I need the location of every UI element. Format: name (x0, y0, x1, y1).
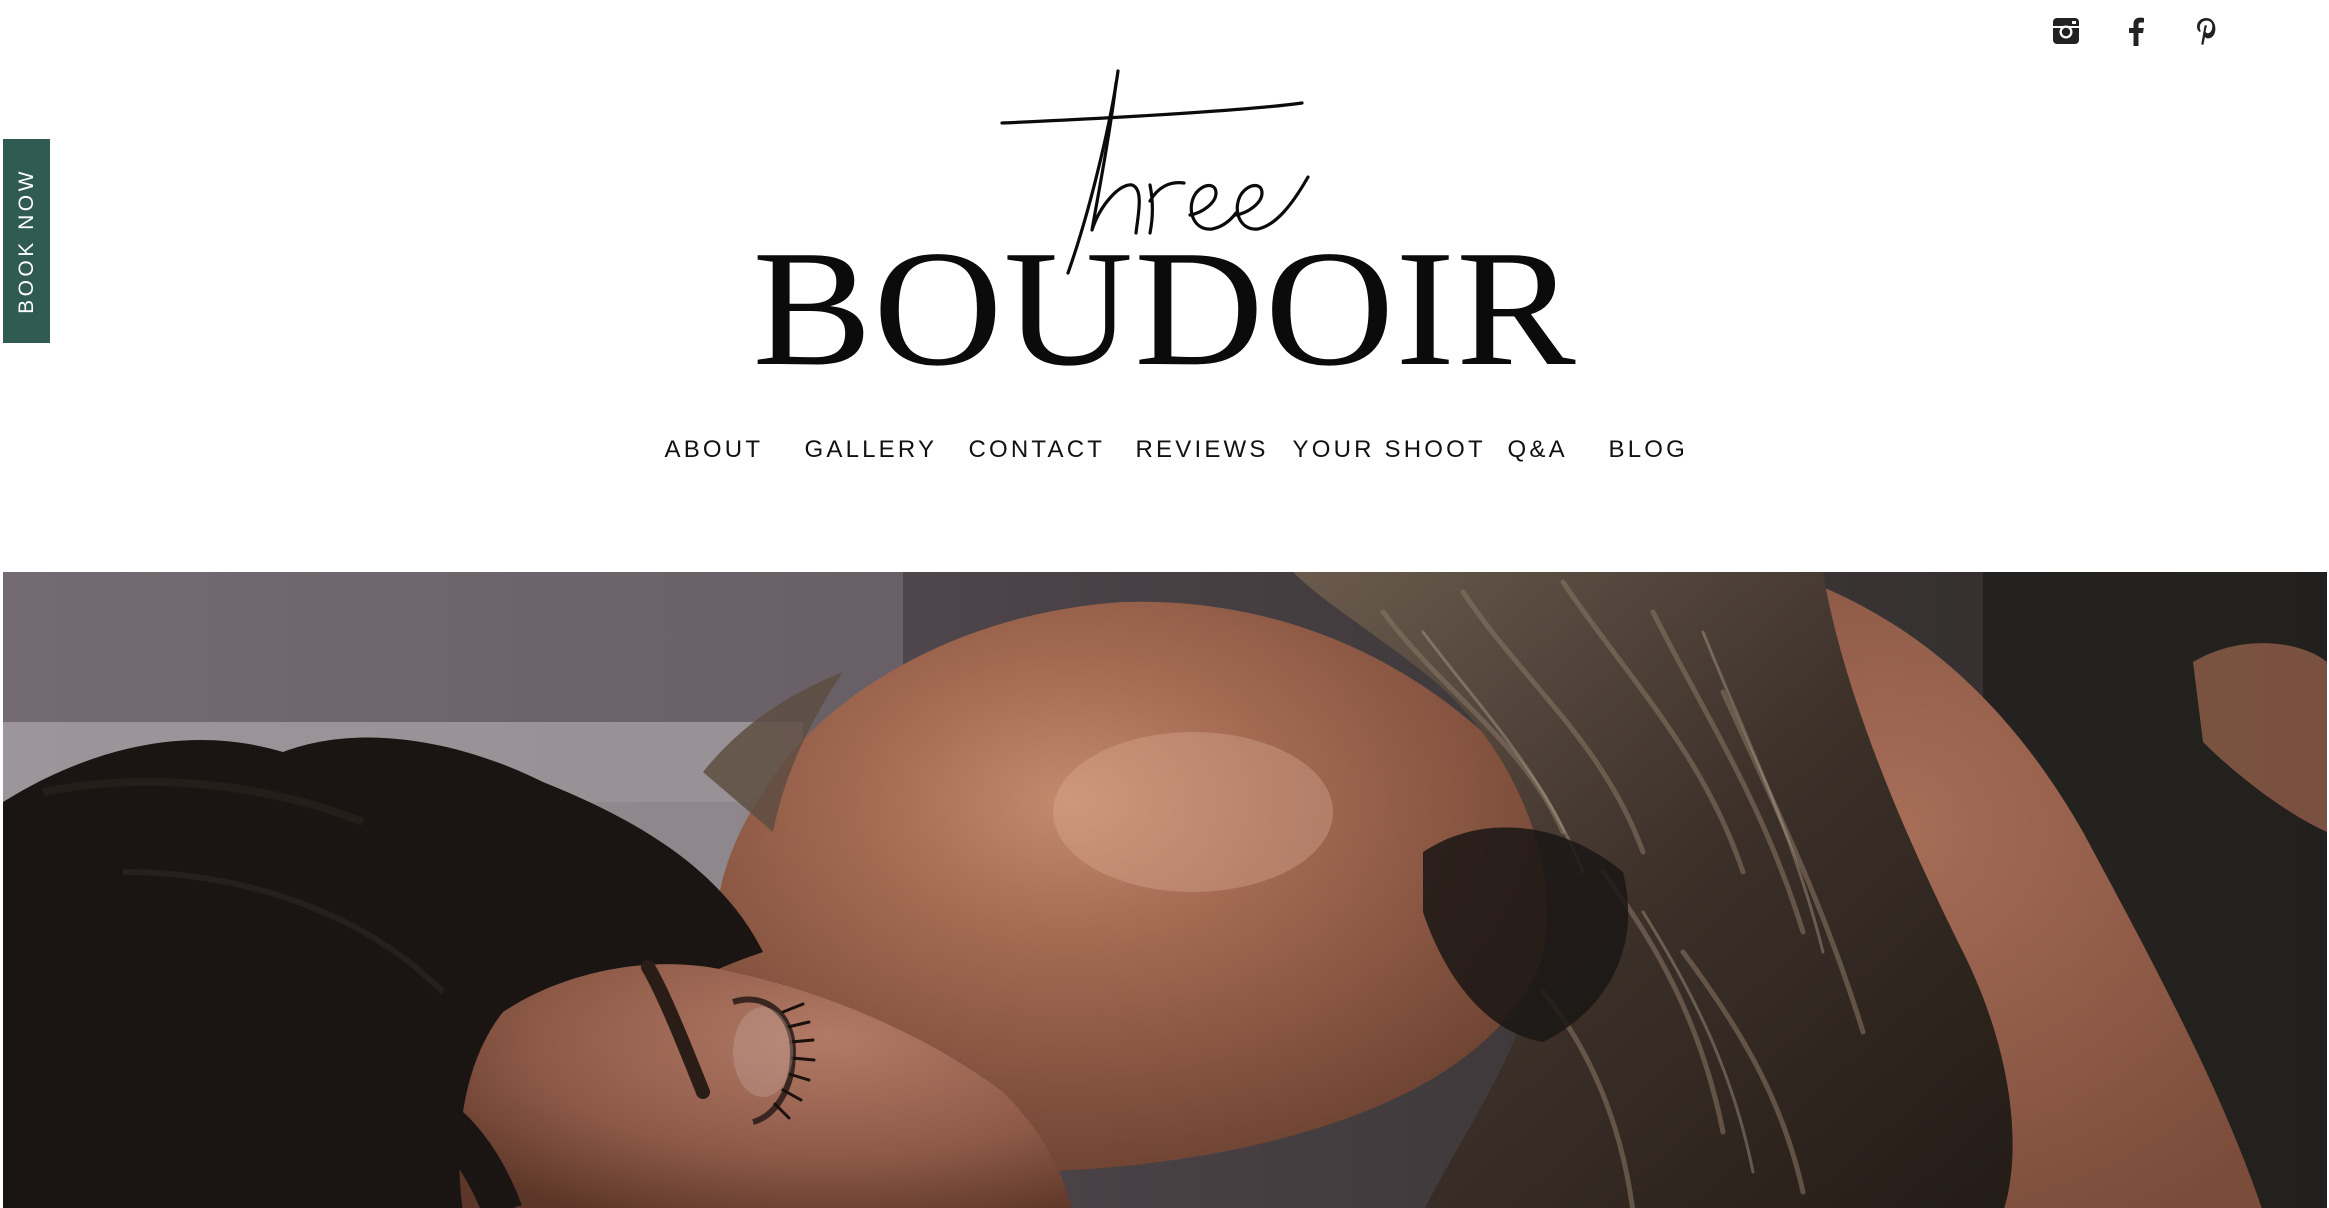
site-logo[interactable]: three BOUDOIR (740, 55, 1590, 395)
hero-photo (3, 572, 2327, 1208)
pinterest-icon[interactable] (2191, 16, 2221, 46)
logo-wordmark-text: BOUDOIR (752, 216, 1578, 400)
main-nav: ABOUT GALLERY CONTACT REVIEWS YOUR SHOOT… (0, 436, 2329, 468)
nav-item-about[interactable]: ABOUT (665, 436, 764, 464)
main-nav-list: ABOUT GALLERY CONTACT REVIEWS YOUR SHOOT… (665, 436, 1685, 468)
social-links (2051, 16, 2221, 46)
nav-item-gallery[interactable]: GALLERY (805, 436, 938, 464)
book-now-button[interactable]: BOOK NOW (3, 139, 50, 343)
facebook-icon[interactable] (2121, 16, 2151, 46)
book-now-label: BOOK NOW (14, 168, 38, 314)
nav-item-reviews[interactable]: REVIEWS (1136, 436, 1269, 464)
logo-wordmark: BOUDOIR (740, 225, 1590, 391)
nav-item-your-shoot[interactable]: YOUR SHOOT (1293, 436, 1486, 464)
page: BOOK NOW three BOUDOIR (0, 0, 2329, 1208)
nav-item-contact[interactable]: CONTACT (969, 436, 1106, 464)
nav-item-qa[interactable]: Q&A (1508, 436, 1568, 464)
nav-item-blog[interactable]: BLOG (1609, 436, 1689, 464)
instagram-icon[interactable] (2051, 16, 2081, 46)
